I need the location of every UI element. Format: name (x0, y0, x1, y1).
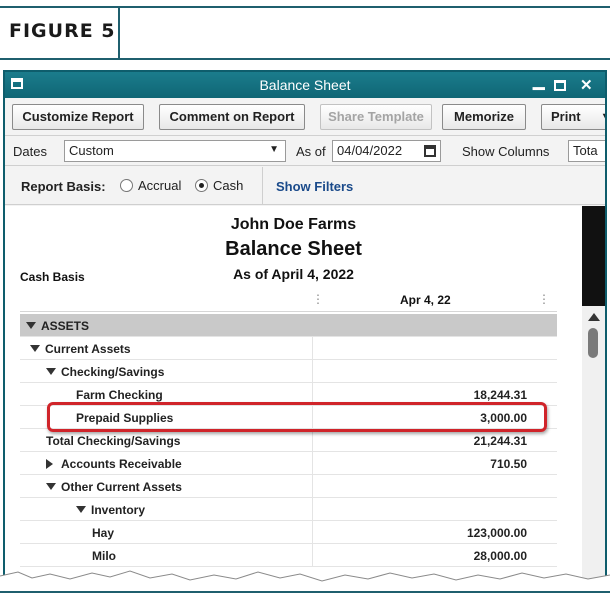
dates-range-select[interactable]: Custom ▼ (64, 140, 286, 162)
table-row[interactable]: Checking/Savings (20, 360, 557, 383)
close-icon[interactable]: ✕ (580, 76, 593, 94)
maximize-icon[interactable] (554, 80, 566, 91)
table-row[interactable]: Hay 123,000.00 (20, 521, 557, 544)
row-label: Current Assets (30, 342, 131, 356)
cash-radio[interactable] (195, 179, 208, 192)
column-divider (312, 452, 313, 474)
row-label: Total Checking/Savings (46, 434, 180, 448)
cash-label[interactable]: Cash (213, 178, 243, 193)
collapse-triangle-icon[interactable] (46, 483, 56, 490)
report-basis-row: Report Basis: Accrual Cash Show Filters (5, 167, 605, 205)
collapse-triangle-icon[interactable] (46, 368, 56, 375)
figure-header: FIGURE 5 (0, 0, 610, 60)
table-row[interactable]: ASSETS (20, 314, 557, 337)
row-label-text: Other Current Assets (61, 480, 182, 494)
print-button-label: Print (551, 109, 581, 124)
row-label: Inventory (76, 503, 145, 517)
memorize-button[interactable]: Memorize (442, 104, 526, 130)
column-resize-handle[interactable]: ⋮ (538, 292, 550, 306)
collapse-triangle-icon[interactable] (76, 506, 86, 513)
vertical-scrollbar[interactable] (582, 206, 605, 588)
date-column-header[interactable]: Apr 4, 22 (400, 293, 451, 307)
basis-divider (262, 167, 263, 205)
column-divider (312, 498, 313, 520)
row-value[interactable]: 21,244.31 (474, 434, 527, 448)
window-title: Balance Sheet (259, 77, 351, 93)
row-label-text: Inventory (91, 503, 146, 517)
column-divider (312, 521, 313, 543)
row-value[interactable]: 710.50 (490, 457, 527, 471)
row-value[interactable]: 18,244.31 (474, 388, 527, 402)
as-of-date-value: 04/04/2022 (337, 143, 403, 158)
show-columns-value: Tota (573, 143, 598, 158)
column-divider (312, 429, 313, 451)
table-row[interactable]: Inventory (20, 498, 557, 521)
row-label-text: Total Checking/Savings (46, 434, 181, 448)
figure-label: FIGURE 5 (0, 8, 120, 58)
as-of-date-field[interactable]: 04/04/2022 (332, 140, 441, 162)
row-label-text: ASSETS (41, 319, 90, 333)
scrollbar-thumb[interactable] (588, 328, 598, 358)
accrual-radio[interactable] (120, 179, 133, 192)
report-rows: ASSETS Current Assets Checking/Savings Farm… (20, 314, 557, 567)
print-dropdown-icon[interactable]: ▾ (603, 105, 605, 129)
chevron-down-icon[interactable]: ▼ (269, 144, 279, 155)
column-divider (312, 360, 313, 382)
scroll-up-icon[interactable] (588, 313, 600, 321)
report-basis-label: Report Basis: (21, 179, 106, 194)
row-label: Checking/Savings (46, 365, 164, 379)
row-label: Accounts Receivable (46, 457, 182, 471)
row-label-text: Checking/Savings (61, 365, 165, 379)
title-bar[interactable]: Balance Sheet ▁ ✕ (5, 72, 605, 98)
company-name: John Doe Farms (230, 216, 357, 233)
balance-sheet-window: Balance Sheet ▁ ✕ Customize Report Comme… (3, 70, 607, 590)
expand-triangle-icon[interactable] (46, 459, 53, 469)
report-date-subtitle: As of April 4, 2022 (233, 266, 354, 282)
table-row[interactable]: Accounts Receivable 710.50 (20, 452, 557, 475)
torn-edge (0, 570, 610, 598)
row-label: ASSETS (26, 319, 89, 333)
row-label-text: Farm Checking (76, 388, 163, 402)
minimize-icon[interactable]: ▁ (533, 72, 545, 90)
dates-label: Dates (13, 144, 47, 159)
accrual-label[interactable]: Accrual (138, 178, 181, 193)
table-row[interactable]: Current Assets (20, 337, 557, 360)
scrollbar-top-block (582, 206, 605, 306)
report-toolbar: Customize Report Comment on Report Share… (5, 98, 605, 136)
show-columns-select[interactable]: Tota (568, 140, 605, 162)
comment-on-report-button[interactable]: Comment on Report (159, 104, 305, 130)
column-divider (312, 337, 313, 359)
row-label: Other Current Assets (46, 480, 182, 494)
customize-report-button[interactable]: Customize Report (12, 104, 144, 130)
cash-basis-note: Cash Basis (20, 270, 85, 284)
column-resize-handle[interactable]: ⋮ (312, 292, 324, 306)
calendar-icon[interactable] (424, 145, 436, 157)
column-header: ⋮ Apr 4, 22 ⋮ (20, 290, 557, 312)
table-row[interactable]: Other Current Assets (20, 475, 557, 498)
row-label: Farm Checking (76, 388, 163, 402)
collapse-triangle-icon[interactable] (26, 322, 36, 329)
report-title: Balance Sheet (225, 238, 362, 260)
row-label-text: Hay (92, 526, 115, 540)
table-row[interactable]: Total Checking/Savings 21,244.31 (20, 429, 557, 452)
show-columns-label: Show Columns (462, 144, 550, 159)
row-label: Hay (92, 526, 114, 540)
report-body: John Doe Farms Balance Sheet As of April… (5, 206, 582, 588)
show-filters-link[interactable]: Show Filters (276, 179, 353, 194)
collapse-triangle-icon[interactable] (30, 345, 40, 352)
torn-paper-fill (0, 571, 610, 598)
row-label-text: Current Assets (45, 342, 131, 356)
highlight-box (47, 402, 547, 432)
share-template-button[interactable]: Share Template (320, 104, 432, 130)
dates-row: Dates Custom ▼ As of 04/04/2022 Show Col… (5, 136, 605, 166)
as-of-label: As of (296, 144, 326, 159)
print-button[interactable]: Print ▾ (541, 104, 605, 130)
dates-range-value: Custom (69, 143, 114, 158)
row-value[interactable]: 123,000.00 (467, 526, 527, 540)
row-label-text: Accounts Receivable (61, 457, 182, 471)
column-divider (312, 475, 313, 497)
